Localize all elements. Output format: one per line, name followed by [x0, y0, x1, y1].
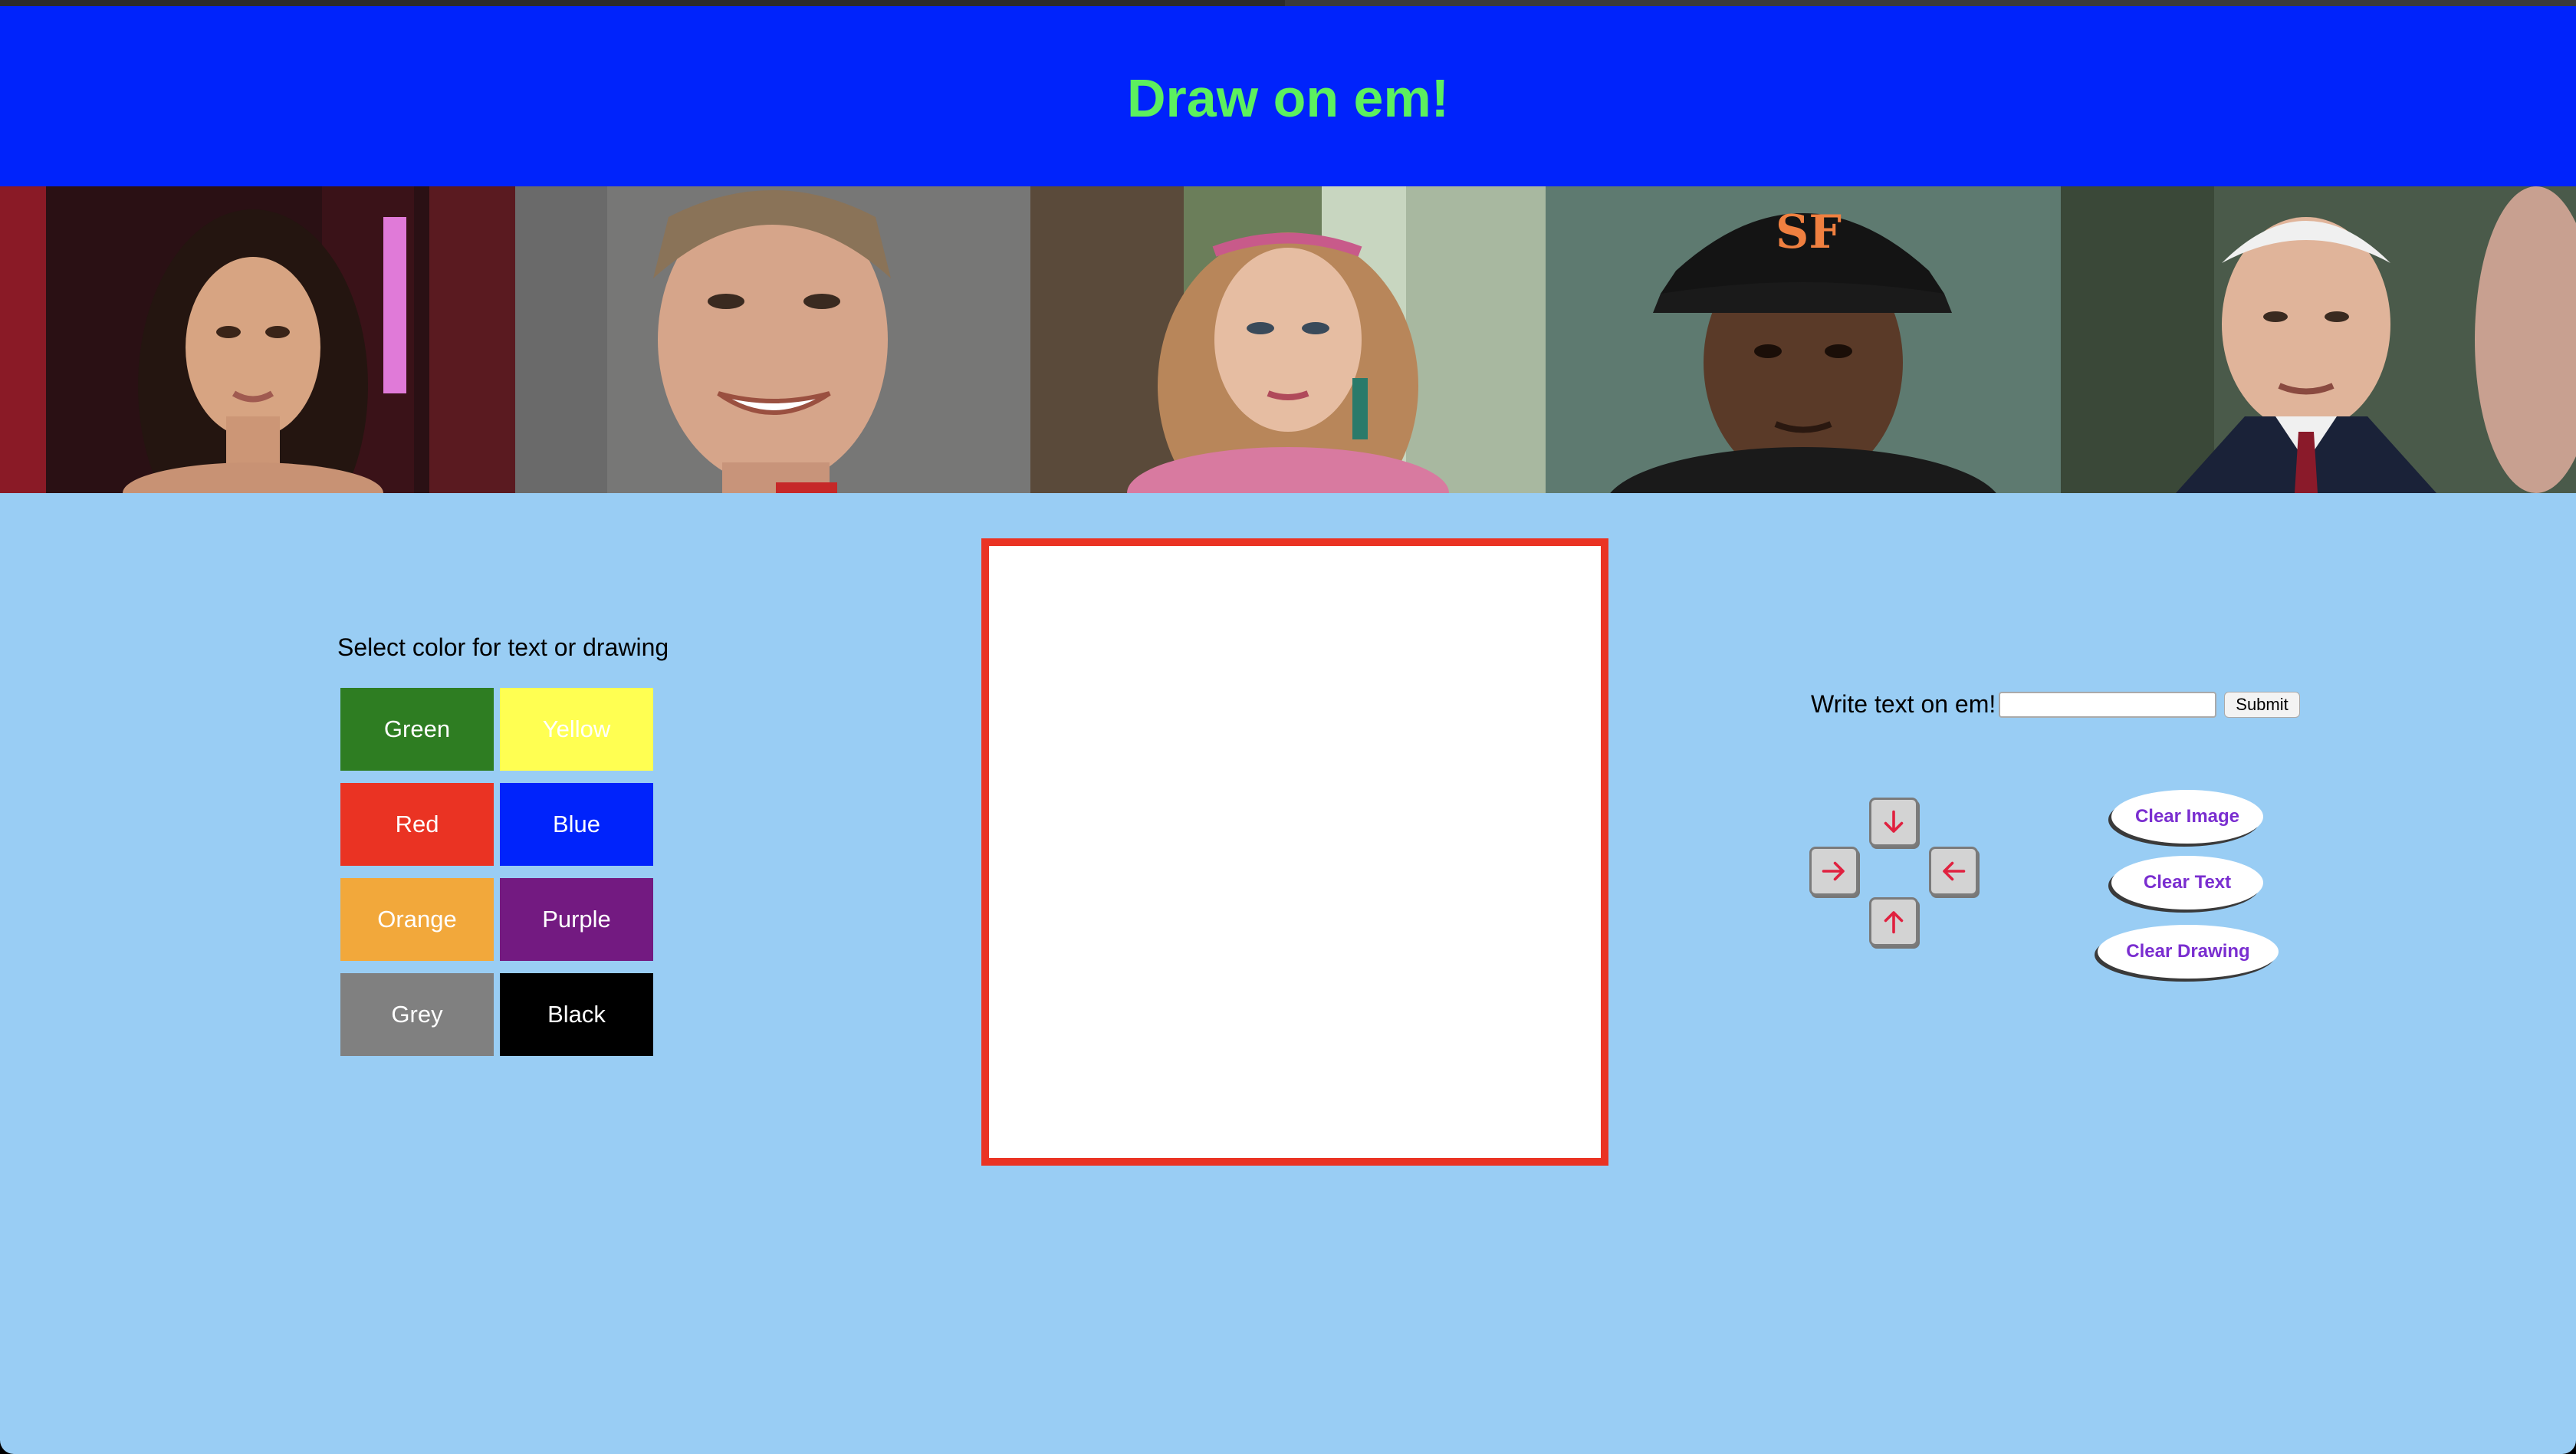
color-button-green[interactable]: Green: [340, 688, 494, 771]
portrait-1-image: [0, 186, 515, 493]
color-button-grey[interactable]: Grey: [340, 973, 494, 1056]
color-panel-label: Select color for text or drawing: [337, 633, 669, 661]
title-bar: [0, 0, 2576, 6]
drawing-canvas[interactable]: [981, 538, 1608, 1166]
color-button-black[interactable]: Black: [500, 973, 653, 1056]
color-button-red[interactable]: Red: [340, 783, 494, 866]
portrait-1[interactable]: [0, 186, 515, 493]
move-left-button[interactable]: [1929, 847, 1978, 896]
move-up-button[interactable]: [1869, 897, 1918, 946]
clear-image-button[interactable]: Clear Image: [2111, 790, 2263, 844]
app-window: Draw on em! SF Select color for text or …: [0, 0, 2576, 1454]
submit-button[interactable]: Submit: [2224, 691, 2300, 718]
text-input[interactable]: [1999, 691, 2217, 718]
portrait-2-image: [515, 186, 1030, 493]
portrait-5[interactable]: [2061, 186, 2576, 493]
arrow-up-icon: [1884, 911, 1904, 934]
color-button-yellow[interactable]: Yellow: [500, 688, 653, 771]
svg-text:SF: SF: [1776, 206, 1842, 259]
text-input-row: Write text on em! Submit: [1811, 690, 2300, 719]
arrow-right-icon: [1822, 861, 1845, 881]
move-right-button[interactable]: [1809, 847, 1858, 896]
page-title: Draw on em!: [1126, 67, 1450, 128]
portrait-3-image: [1030, 186, 1546, 493]
text-input-label: Write text on em!: [1811, 690, 1996, 718]
arrow-left-icon: [1943, 861, 1966, 881]
arrow-down-icon: [1884, 810, 1904, 833]
clear-drawing-button[interactable]: Clear Drawing: [2098, 925, 2279, 979]
color-button-orange[interactable]: Orange: [340, 878, 494, 961]
portrait-3[interactable]: [1030, 186, 1546, 493]
portrait-4[interactable]: SF: [1546, 186, 2061, 493]
color-button-purple[interactable]: Purple: [500, 878, 653, 961]
clear-text-button[interactable]: Clear Text: [2111, 856, 2263, 910]
color-panel: Select color for text or drawing Green Y…: [337, 633, 669, 1056]
color-button-blue[interactable]: Blue: [500, 783, 653, 866]
move-down-button[interactable]: [1869, 798, 1918, 847]
portrait-5-image: [2061, 186, 2576, 493]
portrait-4-image: SF: [1546, 186, 2061, 493]
portrait-2[interactable]: [515, 186, 1030, 493]
color-swatches: Green Yellow Red Blue Orange Purple Grey…: [340, 688, 669, 1056]
portrait-strip: SF: [0, 186, 2576, 493]
page-header: Draw on em!: [0, 6, 2576, 186]
